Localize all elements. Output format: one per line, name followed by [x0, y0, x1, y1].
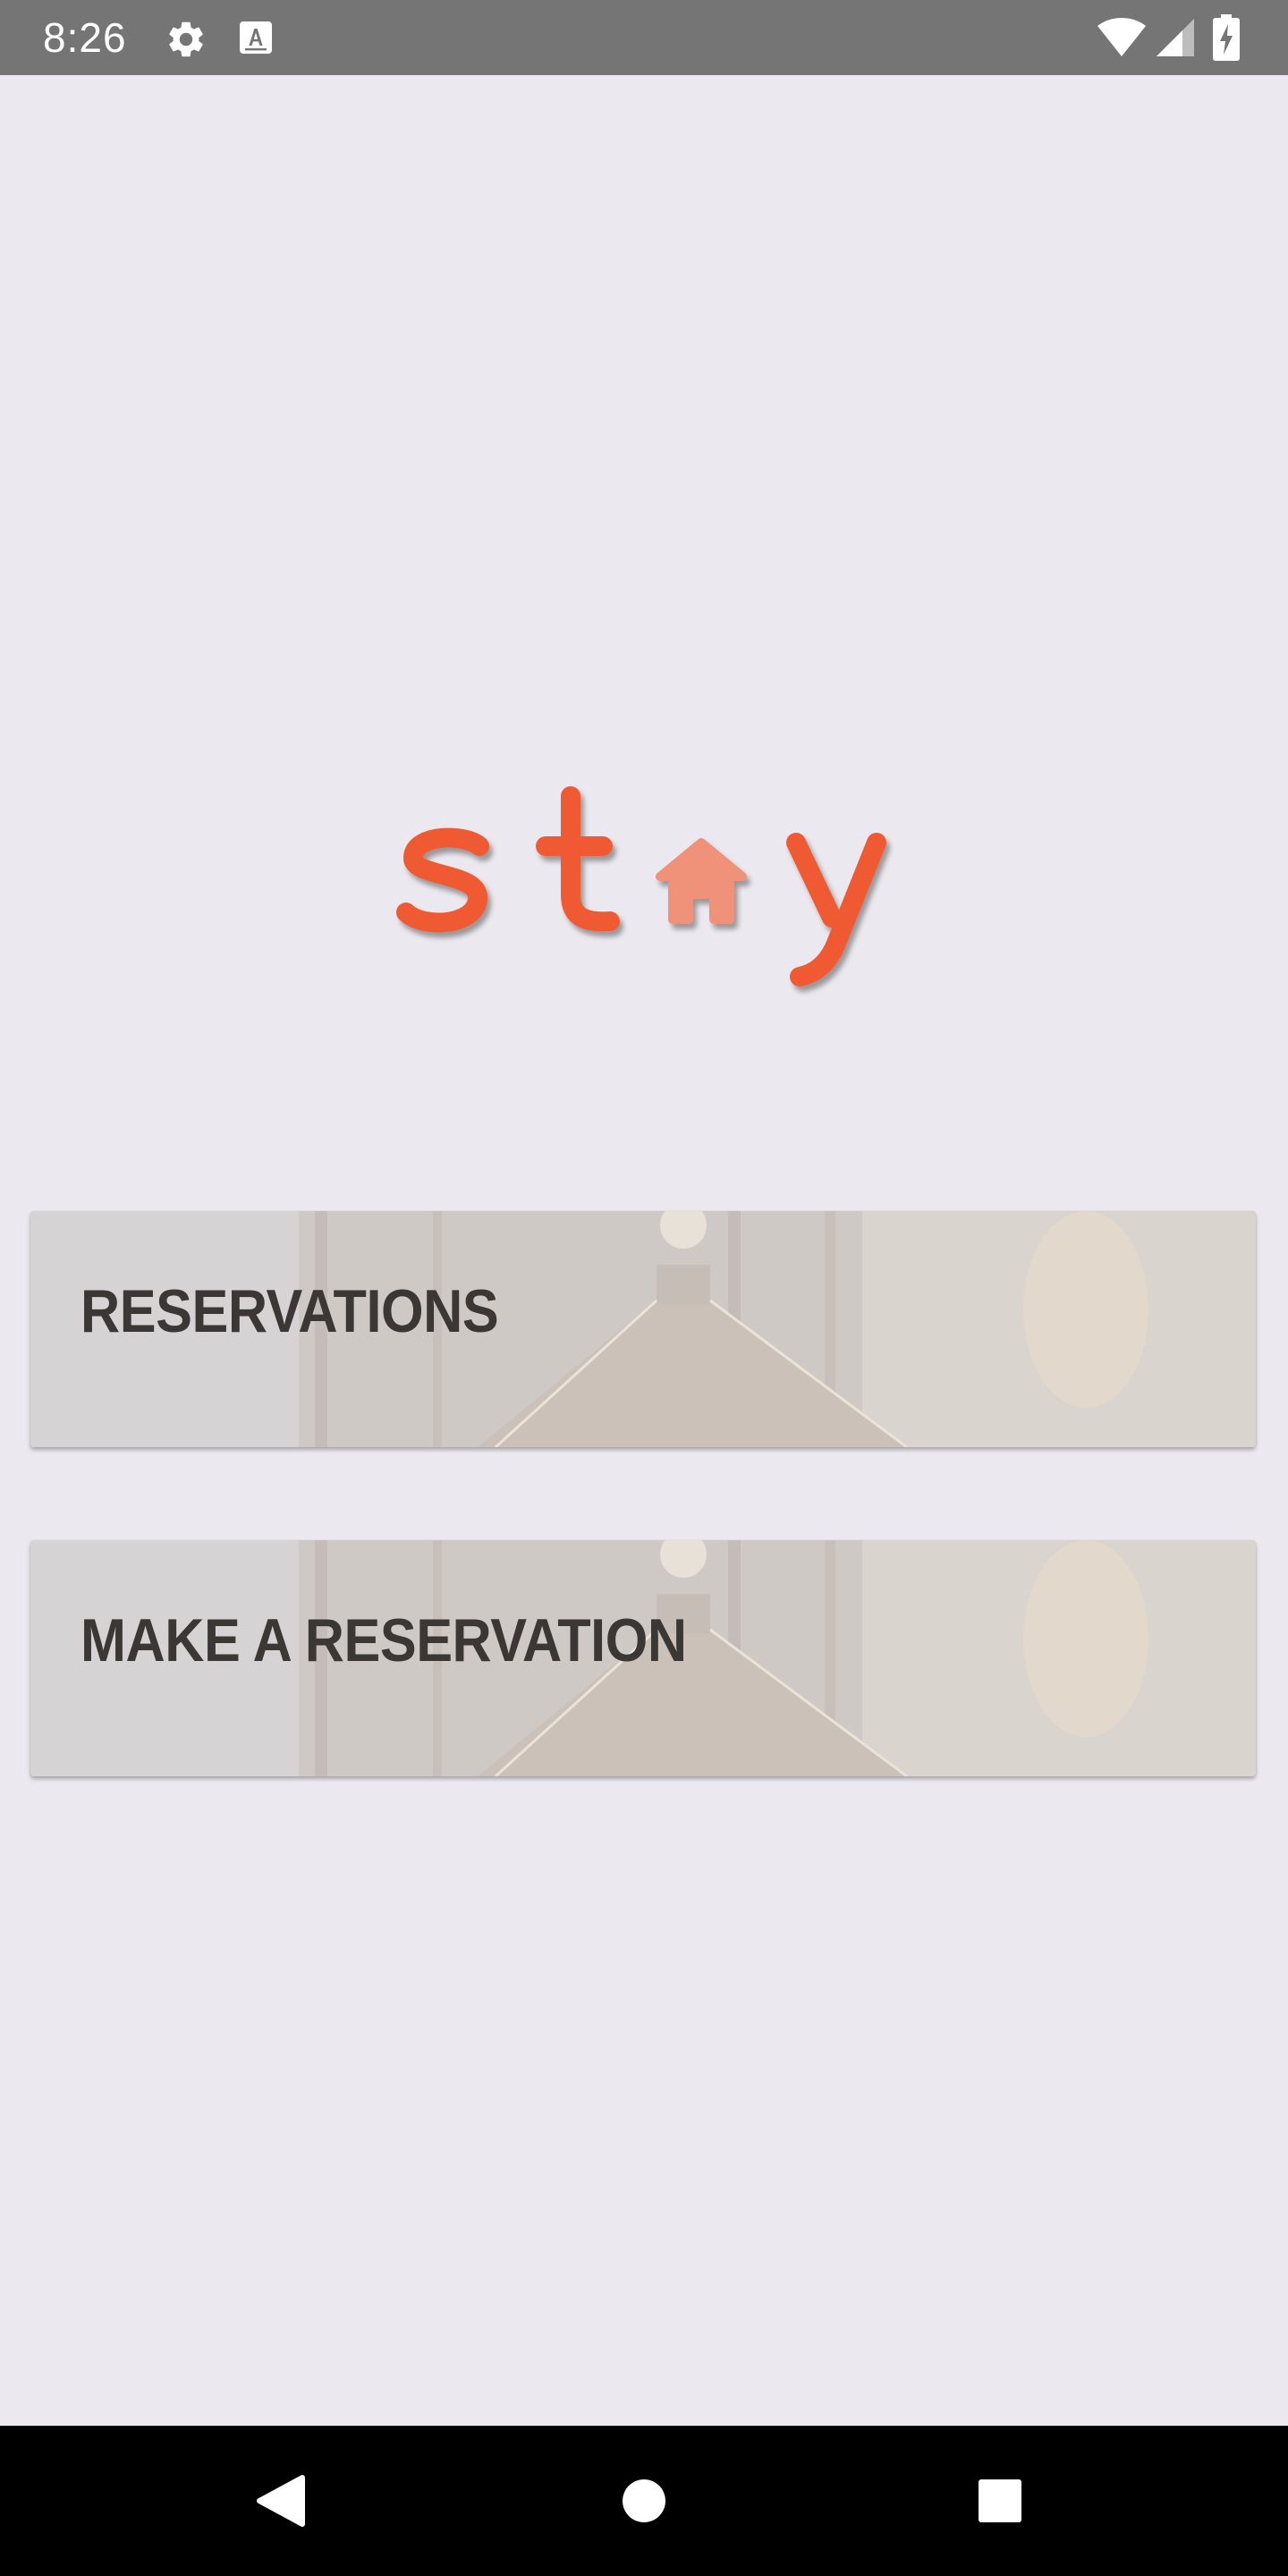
reservations-label: RESERVATIONS	[80, 1277, 499, 1345]
logo-letter-t	[536, 786, 620, 932]
reservations-card[interactable]: RESERVATIONS	[30, 1211, 1256, 1447]
battery-charging-icon	[1213, 14, 1240, 61]
keyboard-icon	[240, 21, 272, 54]
house-icon	[656, 838, 747, 924]
recents-square-icon[interactable]	[928, 2426, 1072, 2576]
logo-letter-y	[786, 833, 886, 987]
signal-icon	[1157, 19, 1194, 56]
gear-icon	[169, 21, 203, 57]
wifi-icon	[1097, 18, 1146, 56]
status-bar: 8:26	[0, 0, 1288, 75]
home-circle-icon[interactable]	[572, 2426, 716, 2576]
back-triangle-icon[interactable]	[213, 2426, 356, 2576]
status-time: 8:26	[43, 14, 127, 61]
stay-logo	[396, 786, 886, 987]
make-reservation-card[interactable]: MAKE A RESERVATION	[30, 1540, 1256, 1776]
logo-letter-s	[396, 827, 489, 933]
make-reservation-label: MAKE A RESERVATION	[80, 1606, 687, 1674]
navigation-bar	[0, 2426, 1288, 2576]
